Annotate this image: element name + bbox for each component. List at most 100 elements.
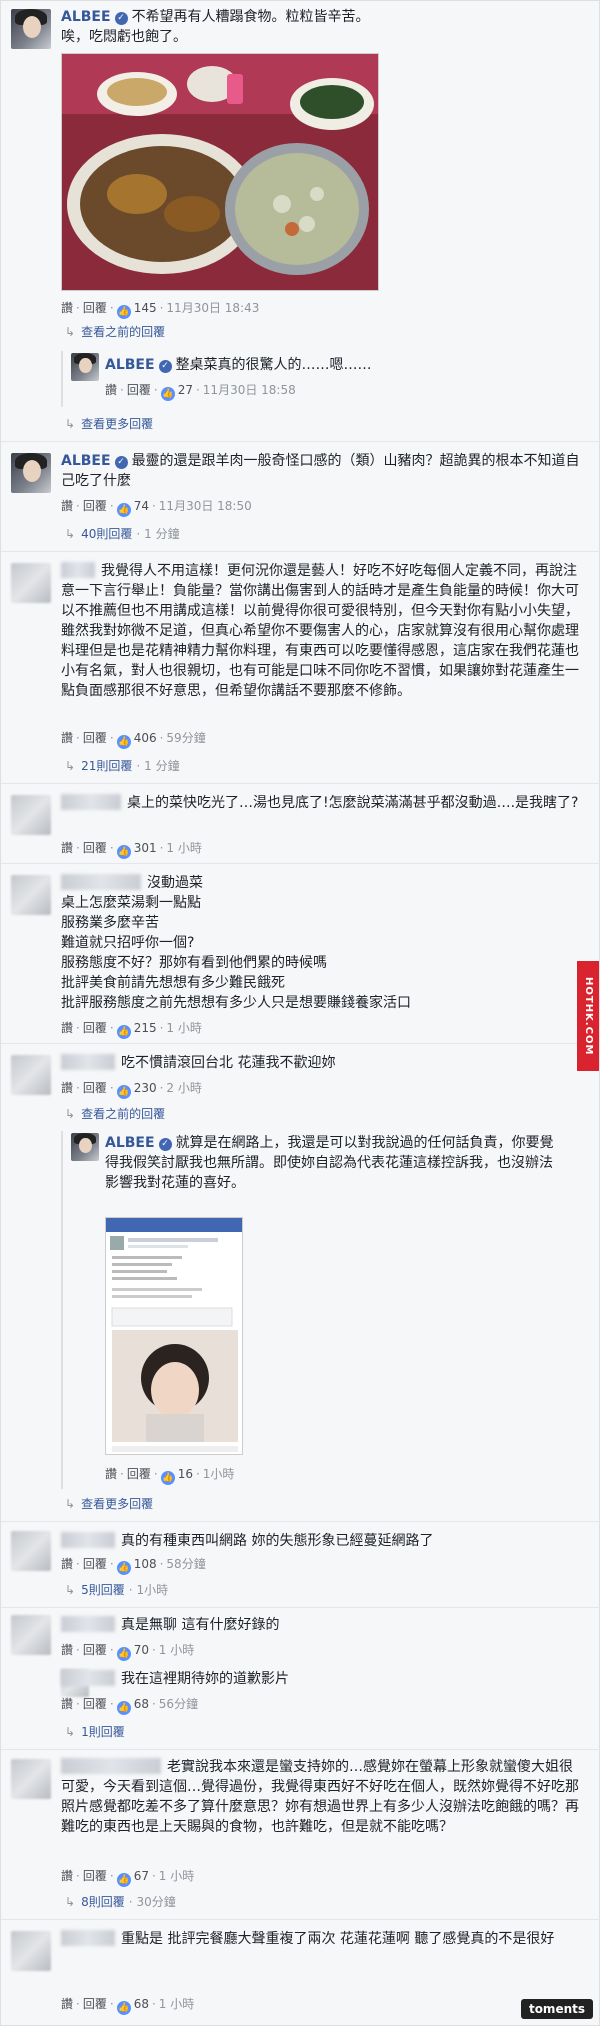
view-replies[interactable]: ↳ 5則回覆 · 1小時	[65, 1581, 168, 1598]
author-name-blurred[interactable]	[61, 794, 121, 810]
like-link[interactable]: 讚	[61, 1021, 73, 1035]
like-count[interactable]: 215	[134, 1021, 157, 1035]
reply-link[interactable]: 回覆	[127, 383, 151, 397]
like-link[interactable]: 讚	[105, 1467, 117, 1481]
reply-link[interactable]: 回覆	[83, 1643, 107, 1657]
timestamp[interactable]: 58分鐘	[166, 1557, 205, 1571]
view-more-replies[interactable]: ↳ 查看更多回覆	[65, 415, 153, 432]
author-name-blurred[interactable]	[61, 1532, 115, 1548]
timestamp[interactable]: 56分鐘	[159, 1697, 198, 1711]
timestamp[interactable]: 1 小時	[159, 1869, 194, 1883]
avatar[interactable]	[11, 1615, 51, 1655]
avatar[interactable]	[11, 9, 51, 49]
author-name-blurred[interactable]	[61, 1930, 115, 1946]
screenshot-image[interactable]	[105, 1217, 243, 1455]
like-link[interactable]: 讚	[61, 841, 73, 855]
like-count[interactable]: 16	[178, 1467, 193, 1481]
like-link[interactable]: 讚	[61, 499, 73, 513]
author-name[interactable]: ALBEE	[105, 1135, 155, 1151]
verified-icon: ✓	[158, 360, 172, 373]
like-count[interactable]: 68	[134, 1697, 149, 1711]
like-count[interactable]: 74	[134, 499, 149, 513]
comment-line: 難道就只招呼你一個?	[61, 935, 195, 951]
like-count[interactable]: 108	[134, 1557, 157, 1571]
like-count[interactable]: 70	[134, 1643, 149, 1657]
timestamp[interactable]: 1小時	[203, 1467, 235, 1481]
like-count[interactable]: 67	[134, 1869, 149, 1883]
like-link[interactable]: 讚	[61, 301, 73, 315]
timestamp[interactable]: 11月30日 18:58	[203, 383, 296, 397]
like-link[interactable]: 讚	[61, 1997, 73, 2011]
comment-body: 真是無聊 這有什麼好錄的	[61, 1615, 581, 1635]
author-name-blurred[interactable]	[61, 1054, 115, 1070]
reply-link[interactable]: 回覆	[83, 1081, 107, 1095]
author-name-blurred[interactable]	[61, 874, 141, 890]
view-replies[interactable]: ↳ 1則回覆	[65, 1723, 125, 1740]
comment-body: 我覺得人不用這樣！更何況你還是藝人！好吃不好吃每個人定義不同，再說注意一下言行舉…	[61, 561, 581, 701]
comment-actions: 讚 · 回覆 · 👍 108 · 58分鐘	[61, 1557, 206, 1575]
timestamp[interactable]: 11月30日 18:50	[159, 499, 252, 513]
comment-actions: 讚 · 回覆 · 👍 145 · 11月30日 18:43	[61, 301, 260, 319]
reply-link[interactable]: 回覆	[83, 841, 107, 855]
avatar[interactable]	[11, 1931, 51, 1971]
like-count[interactable]: 68	[134, 1997, 149, 2011]
reply-link[interactable]: 回覆	[83, 1697, 107, 1711]
avatar[interactable]	[11, 453, 51, 493]
author-name-blurred[interactable]	[61, 1758, 161, 1774]
avatar[interactable]	[11, 1055, 51, 1095]
view-earlier-replies[interactable]: ↳ 查看之前的回覆	[65, 323, 165, 340]
reply-link[interactable]: 回覆	[127, 1467, 151, 1481]
avatar[interactable]	[11, 1531, 51, 1571]
comment-text: 我覺得人不用這樣！更何況你還是藝人！好吃不好吃每個人定義不同，再說注意一下言行舉…	[61, 563, 579, 699]
like-link[interactable]: 讚	[61, 1557, 73, 1571]
like-count[interactable]: 145	[134, 301, 157, 315]
author-name-blurred[interactable]	[61, 562, 95, 578]
timestamp[interactable]: 59分鐘	[166, 731, 205, 745]
comment-body: 我在這裡期待妳的道歉影片	[61, 1669, 581, 1689]
like-link[interactable]: 讚	[61, 1869, 73, 1883]
view-more-replies[interactable]: ↳ 查看更多回覆	[65, 1495, 153, 1512]
reply-link[interactable]: 回覆	[83, 1997, 107, 2011]
like-count[interactable]: 301	[134, 841, 157, 855]
food-photo[interactable]	[61, 53, 379, 291]
reply-link[interactable]: 回覆	[83, 499, 107, 513]
reply-link[interactable]: 回覆	[83, 1021, 107, 1035]
timestamp[interactable]: 1 小時	[159, 1997, 194, 2011]
like-count[interactable]: 230	[134, 1081, 157, 1095]
author-name[interactable]: ALBEE	[105, 357, 155, 373]
reply-arrow-icon: ↳	[65, 759, 76, 773]
reply-link[interactable]: 回覆	[83, 301, 107, 315]
timestamp[interactable]: 11月30日 18:43	[166, 301, 259, 315]
view-replies[interactable]: ↳ 8則回覆 · 30分鐘	[65, 1893, 176, 1910]
timestamp[interactable]: 1 小時	[166, 1021, 201, 1035]
author-name[interactable]: ALBEE	[61, 9, 111, 25]
like-count[interactable]: 27	[178, 383, 193, 397]
avatar[interactable]	[71, 1133, 99, 1161]
reply-arrow-icon: ↳	[65, 1725, 76, 1739]
like-link[interactable]: 讚	[61, 731, 73, 745]
reply-link[interactable]: 回覆	[83, 1869, 107, 1883]
avatar[interactable]	[11, 875, 51, 915]
avatar[interactable]	[71, 353, 99, 381]
avatar[interactable]	[11, 563, 51, 603]
comment-actions: 讚 · 回覆 · 👍 27 · 11月30日 18:58	[105, 383, 296, 401]
timestamp[interactable]: 2 小時	[166, 1081, 201, 1095]
like-link[interactable]: 讚	[61, 1643, 73, 1657]
author-name-blurred[interactable]	[61, 1616, 115, 1632]
reply-link[interactable]: 回覆	[83, 731, 107, 745]
like-count[interactable]: 406	[134, 731, 157, 745]
avatar[interactable]	[11, 795, 51, 835]
timestamp[interactable]: 1 小時	[159, 1643, 194, 1657]
reply-link[interactable]: 回覆	[83, 1557, 107, 1571]
comment-actions: 讚 · 回覆 · 👍 406 · 59分鐘	[61, 731, 206, 749]
view-replies[interactable]: ↳ 40則回覆 · 1 分鐘	[65, 525, 180, 542]
view-replies[interactable]: ↳ 21則回覆 · 1 分鐘	[65, 757, 180, 774]
author-name-blurred[interactable]	[61, 1670, 115, 1686]
author-name[interactable]: ALBEE	[61, 453, 111, 469]
timestamp[interactable]: 1 小時	[166, 841, 201, 855]
like-link[interactable]: 讚	[61, 1697, 73, 1711]
avatar[interactable]	[11, 1759, 51, 1799]
view-earlier-replies[interactable]: ↳ 查看之前的回覆	[65, 1105, 165, 1122]
like-link[interactable]: 讚	[61, 1081, 73, 1095]
like-link[interactable]: 讚	[105, 383, 117, 397]
